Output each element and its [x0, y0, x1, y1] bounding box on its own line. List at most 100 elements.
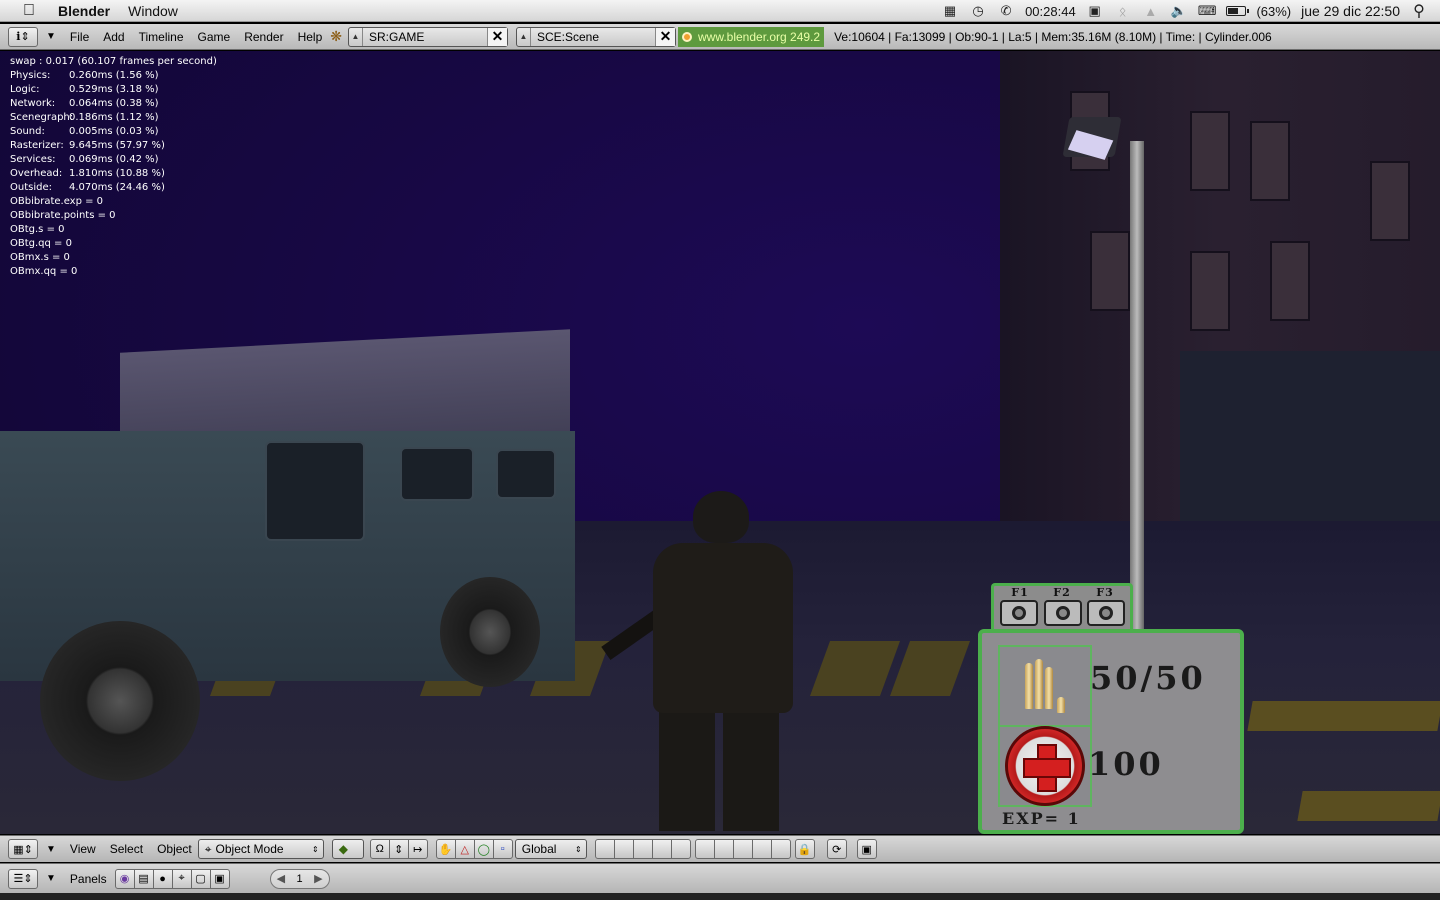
menu-file[interactable]: File — [70, 30, 89, 44]
editor-type-button[interactable]: ▦ ⇕ — [8, 839, 38, 859]
menu-view[interactable]: View — [70, 842, 96, 856]
keyboard-icon[interactable]: ⌨ — [1198, 2, 1217, 20]
info-icon: i — [16, 30, 21, 43]
context-group: ◉ ▤ ● ⌖ ▢ ▣ — [114, 868, 230, 889]
editing-icon[interactable]: ▢ — [190, 868, 211, 889]
menu-select[interactable]: Select — [110, 842, 143, 856]
window-bottom-edge — [0, 893, 1440, 900]
lock-icon[interactable]: 🔒 — [794, 839, 815, 859]
menu-game[interactable]: Game — [198, 30, 231, 44]
apple-menu-icon[interactable]:  — [18, 0, 40, 22]
health-value: 100 — [1088, 745, 1164, 783]
render-icon[interactable]: ▣ — [856, 839, 877, 859]
object-icon[interactable]: ⌖ — [171, 868, 192, 889]
camera-icon — [1000, 600, 1038, 626]
layer-button[interactable] — [651, 839, 672, 859]
scene-delete-icon[interactable]: ✕ — [654, 27, 675, 46]
scene-name[interactable]: SCE:Scene — [531, 30, 655, 44]
menu-panels[interactable]: Panels — [70, 872, 107, 886]
profile-value: 9.645ms (57.97 %) — [69, 140, 165, 151]
scene-selector[interactable]: ▲ SCE:Scene ✕ — [515, 26, 676, 47]
screen-selector[interactable]: ▲ SR:GAME ✕ — [347, 26, 508, 47]
rotate-icon[interactable]: ◯ — [473, 839, 494, 859]
bluetooth-icon[interactable]: ᛟ — [1114, 2, 1132, 20]
blender-website-link[interactable]: www.blender.org 249.2 — [677, 26, 825, 47]
logic-icon[interactable]: ◉ — [114, 868, 135, 889]
window-type-button[interactable]: i ⇕ — [8, 26, 38, 47]
spaces-icon[interactable]: ▦ — [941, 2, 959, 20]
align-icon[interactable]: ↦ — [407, 839, 428, 859]
wifi-icon[interactable]: ▲ — [1142, 2, 1160, 20]
solid-draw-icon: ◆ — [338, 842, 348, 856]
shading-icon[interactable]: ● — [152, 868, 173, 889]
collapse-triangle-icon[interactable]: ▼ — [46, 31, 56, 42]
layer-button[interactable] — [732, 839, 753, 859]
profile-value: 0.186ms (1.12 %) — [69, 112, 159, 123]
screen-name[interactable]: SR:GAME — [363, 30, 487, 44]
menu-add[interactable]: Add — [103, 30, 124, 44]
layer-button[interactable] — [694, 839, 715, 859]
snap-icon[interactable]: ⟳ — [826, 839, 847, 859]
call-duration: 00:28:44 — [1025, 3, 1076, 19]
camera-tab: F1 F2 F3 — [991, 583, 1133, 631]
hand-icon[interactable]: ✋ — [435, 839, 456, 859]
screen-browse-icon[interactable]: ▲ — [349, 27, 363, 46]
profile-key: Outside: — [10, 182, 52, 193]
info-header: i ⇕ ▼ File Add Timeline Game Render Help … — [0, 24, 1440, 50]
layer-button[interactable] — [670, 839, 691, 859]
profile-row: Services: 0.069ms (0.42 %) — [10, 153, 217, 167]
frame-decrement-icon[interactable]: ◀ — [277, 872, 285, 885]
collapse-triangle-icon[interactable]: ▼ — [46, 873, 56, 884]
layer-button[interactable] — [594, 839, 615, 859]
scene-browse-icon[interactable]: ▲ — [517, 27, 531, 46]
layer-button[interactable] — [770, 839, 791, 859]
display-icon[interactable]: ▣ — [1086, 2, 1104, 20]
camera-icon — [1044, 600, 1082, 626]
translate-icon[interactable]: △ — [454, 839, 475, 859]
layer-button[interactable] — [632, 839, 653, 859]
profile-key: Network: — [10, 98, 56, 109]
script-icon[interactable]: ▤ — [133, 868, 154, 889]
frame-increment-icon[interactable]: ▶ — [314, 872, 322, 885]
game-property: OBmx.s = 0 — [10, 252, 70, 263]
collapse-triangle-icon[interactable]: ▼ — [46, 844, 56, 855]
profile-row: Overhead: 1.810ms (10.88 %) — [10, 167, 217, 181]
frame-field[interactable]: ◀ 1 ▶ — [269, 868, 330, 889]
layer-button[interactable] — [613, 839, 634, 859]
profile-row: Network: 0.064ms (0.38 %) — [10, 97, 217, 111]
scale-icon[interactable]: ▫ — [492, 839, 513, 859]
scene-icon[interactable]: ▣ — [209, 868, 230, 889]
menu-window[interactable]: Window — [128, 3, 178, 19]
swap-rate: swap : 0.017 (60.107 frames per second) — [10, 56, 217, 67]
orientation-selector[interactable]: Global ⇕ — [514, 839, 587, 859]
menu-extras: ▦ ◷ ✆ 00:28:44 ▣ ᛟ ▲ 🔈 ⌨ (63%) jue 29 di… — [941, 0, 1428, 22]
game-viewport[interactable]: swap : 0.017 (60.107 frames per second) … — [0, 51, 1440, 834]
spotlight-search-icon[interactable]: ⚲ — [1410, 2, 1428, 20]
soldier-character — [595, 491, 805, 834]
menu-timeline[interactable]: Timeline — [139, 30, 184, 44]
battery-icon[interactable] — [1226, 6, 1250, 16]
editor-type-button[interactable]: ☰ ⇕ — [8, 868, 38, 889]
layer-button[interactable] — [751, 839, 772, 859]
profile-value: 0.005ms (0.03 %) — [69, 126, 159, 137]
layer-button[interactable] — [713, 839, 734, 859]
profile-key: Services: — [10, 154, 56, 165]
draw-type-selector[interactable]: ◆ — [331, 839, 364, 859]
app-menu[interactable]: Blender — [58, 3, 110, 19]
game-property: OBbibrate.exp = 0 — [10, 196, 104, 207]
menu-help[interactable]: Help — [298, 30, 323, 44]
volume-icon[interactable]: 🔈 — [1170, 2, 1188, 20]
menu-object[interactable]: Object — [157, 842, 192, 856]
pivot-icon[interactable]: Ω — [369, 839, 390, 859]
time-machine-icon[interactable]: ◷ — [969, 2, 987, 20]
phone-icon[interactable]: ✆ — [997, 2, 1015, 20]
camera-key-f3: F3 — [1096, 586, 1114, 599]
profile-key: Rasterizer: — [10, 140, 64, 151]
medkit-icon — [1005, 726, 1085, 806]
screen-delete-icon[interactable]: ✕ — [486, 27, 507, 46]
pivot-mode-icon[interactable]: ⇕ — [388, 839, 409, 859]
mode-selector[interactable]: ⌖ Object Mode ⇕ — [197, 839, 324, 859]
clock[interactable]: jue 29 dic 22:50 — [1301, 3, 1400, 19]
menu-render[interactable]: Render — [244, 30, 283, 44]
layer-group-2 — [694, 839, 791, 859]
